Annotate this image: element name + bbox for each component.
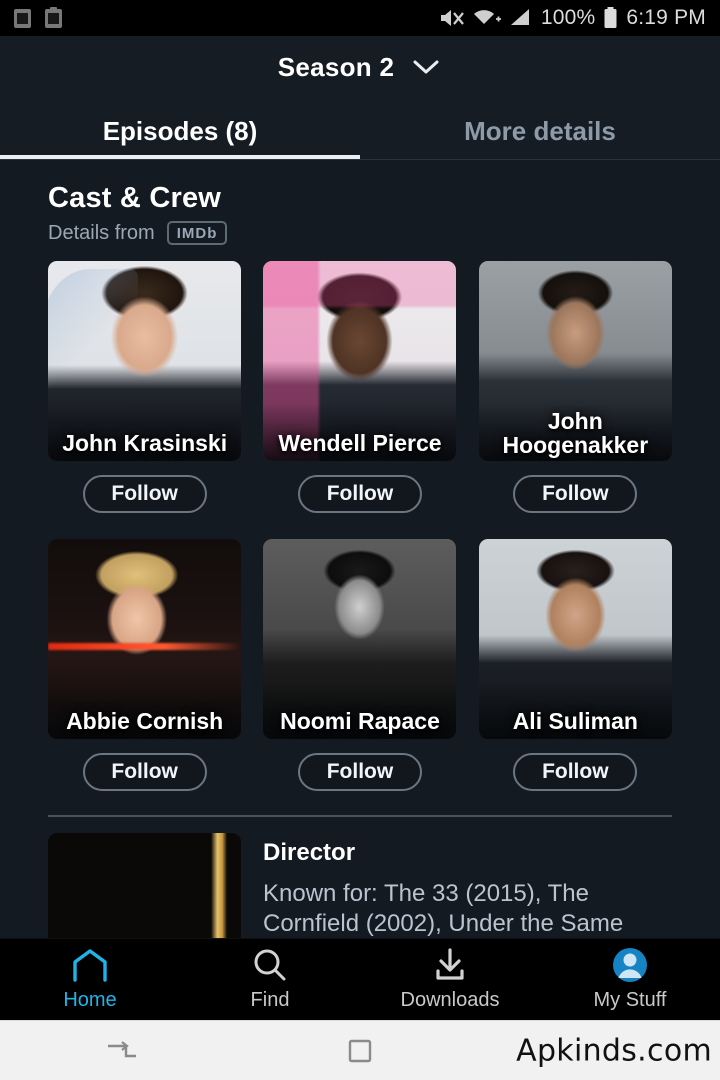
season-selector[interactable]: Season 2	[0, 36, 720, 98]
cast-name-label: John Krasinski	[62, 429, 228, 456]
details-from-label: Details from	[48, 221, 155, 244]
follow-button[interactable]: Follow	[82, 753, 207, 791]
cast-photo[interactable]: Abbie Cornish	[48, 539, 242, 739]
page-title: Cast & Crew	[48, 182, 222, 214]
avatar-icon	[613, 948, 647, 982]
cast-grid: John Krasinski Follow Wendell Pierce Fol…	[0, 245, 720, 791]
director-info: Director Known for: The 33 (2015), The C…	[263, 833, 643, 938]
cast-card[interactable]: Ali Suliman Follow	[478, 539, 672, 791]
battery-full-icon	[604, 7, 617, 28]
clock-label: 6:19 PM	[626, 6, 706, 29]
cast-photo[interactable]: Noomi Rapace	[263, 539, 457, 739]
tab-episodes[interactable]: Episodes (8)	[0, 116, 360, 159]
volume-mute-icon	[440, 10, 464, 26]
cast-card[interactable]: Noomi Rapace Follow	[263, 539, 457, 791]
cast-photo[interactable]: John Hoogenakker	[478, 261, 672, 461]
cast-photo[interactable]: Wendell Pierce	[263, 261, 457, 461]
app-root: 100% 6:19 PM Season 2 Episodes (8) More …	[0, 0, 720, 1080]
nav-label-find: Find	[250, 989, 290, 1011]
season-label: Season 2	[277, 51, 395, 82]
cellular-signal-icon	[510, 9, 529, 25]
cast-card[interactable]: John Hoogenakker Follow	[478, 261, 672, 513]
status-bar-system: 100% 6:19 PM	[439, 6, 706, 30]
content-scroll-area[interactable]: Cast & Crew Details from IMDb John Krasi…	[0, 160, 720, 938]
follow-button[interactable]: Follow	[297, 475, 422, 513]
nav-item-find[interactable]: Find	[180, 947, 360, 1012]
home-icon	[73, 949, 107, 982]
tab-bar: Episodes (8) More details	[0, 98, 720, 160]
follow-button[interactable]: Follow	[513, 475, 638, 513]
tab-active-indicator	[0, 155, 360, 159]
bottom-navigation: Home Find Downloads My Stuff	[0, 938, 720, 1020]
download-icon	[436, 948, 464, 980]
cast-name-label: Noomi Rapace	[280, 707, 440, 734]
nav-label-my-stuff: My Stuff	[593, 989, 667, 1011]
wifi-icon	[473, 10, 501, 24]
android-navigation-bar: Apkinds.com	[0, 1020, 720, 1080]
follow-button[interactable]: Follow	[297, 753, 422, 791]
status-bar-notifications	[14, 6, 62, 28]
cast-card[interactable]: Wendell Pierce Follow	[263, 261, 457, 513]
clipboard-icon	[45, 6, 62, 28]
cast-card[interactable]: Abbie Cornish Follow	[48, 539, 242, 791]
chevron-down-icon	[413, 60, 439, 74]
imdb-badge[interactable]: IMDb	[166, 221, 228, 245]
cast-name-label: Abbie Cornish	[66, 707, 224, 734]
nav-label-downloads: Downloads	[400, 989, 500, 1011]
director-role-label: Director	[263, 839, 356, 866]
nav-label-home: Home	[63, 989, 117, 1011]
search-icon	[254, 949, 286, 981]
android-recents-button[interactable]	[0, 1036, 240, 1066]
document-x-icon	[14, 8, 31, 28]
follow-button[interactable]: Follow	[82, 475, 207, 513]
director-known-for: Known for: The 33 (2015), The Cornfield …	[263, 880, 624, 937]
nav-item-my-stuff[interactable]: My Stuff	[540, 947, 720, 1012]
director-card[interactable]: Director Known for: The 33 (2015), The C…	[0, 817, 720, 938]
cast-name-label: Ali Suliman	[512, 707, 638, 734]
tab-more-details[interactable]: More details	[360, 116, 720, 159]
battery-percent-label: 100%	[540, 6, 596, 29]
nav-item-home[interactable]: Home	[0, 947, 180, 1012]
square-overview-icon	[348, 1039, 372, 1062]
cast-photo[interactable]: Ali Suliman	[478, 539, 672, 739]
recents-icon	[108, 1040, 136, 1057]
site-watermark: Apkinds.com	[516, 1033, 712, 1068]
director-photo[interactable]	[48, 833, 241, 938]
cast-card[interactable]: John Krasinski Follow	[48, 261, 242, 513]
nav-item-downloads[interactable]: Downloads	[360, 947, 540, 1012]
cast-name-label: Wendell Pierce	[278, 429, 442, 456]
follow-button[interactable]: Follow	[513, 753, 638, 791]
cast-name-label: John Hoogenakker	[502, 407, 649, 458]
android-overview-button[interactable]	[240, 1036, 480, 1066]
status-bar: 100% 6:19 PM	[0, 0, 720, 36]
cast-photo[interactable]: John Krasinski	[48, 261, 242, 461]
details-source: Details from IMDb	[0, 215, 720, 245]
